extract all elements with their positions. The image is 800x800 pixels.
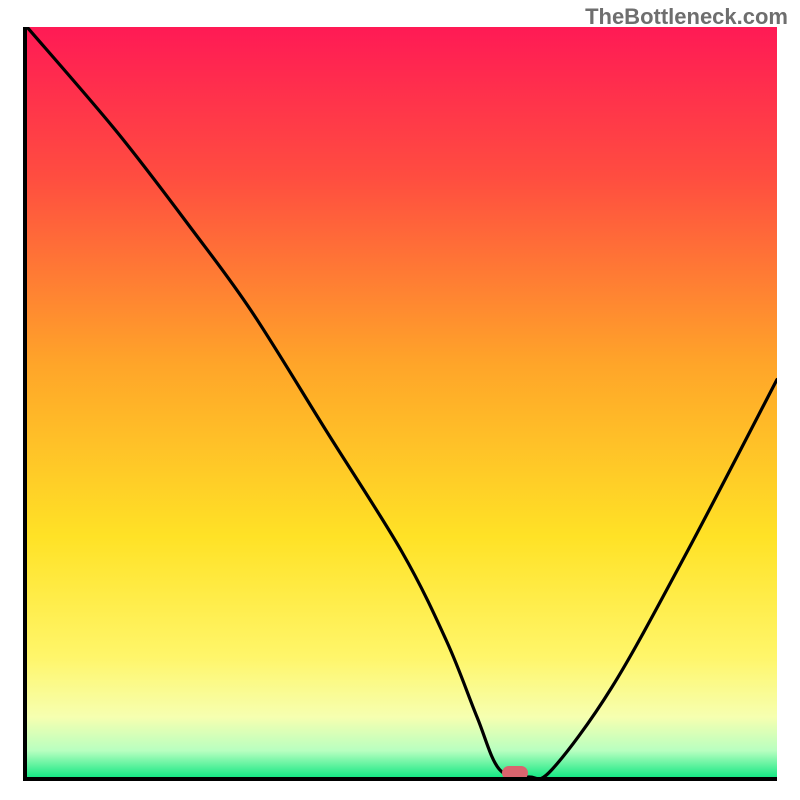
plot-area (23, 27, 777, 781)
chart-frame: TheBottleneck.com (0, 0, 800, 800)
optimum-marker (502, 766, 528, 780)
bottleneck-curve (27, 27, 777, 777)
